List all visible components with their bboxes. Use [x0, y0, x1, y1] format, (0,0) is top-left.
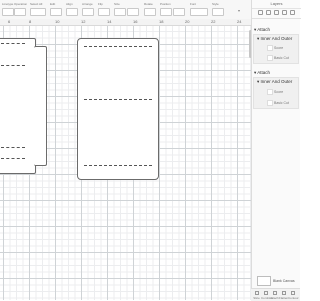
operation-select[interactable] — [14, 8, 26, 16]
toolbar-label: Position — [160, 2, 171, 6]
toolbar-label: Select All — [30, 2, 43, 6]
position-y-field[interactable] — [173, 8, 185, 16]
layer-group-body: ▾ Inner And Outer Score Basic Cut — [253, 77, 299, 109]
layer-child-label: Inner And Outer — [260, 36, 293, 41]
ruler-mark: 8 — [29, 19, 32, 24]
arrange-button[interactable] — [82, 8, 94, 16]
chevron-down-icon[interactable]: ▾ — [238, 8, 242, 14]
blank-canvas-label: Blank Canvas — [273, 279, 295, 283]
layer-child-inner-outer[interactable]: ▾ Inner And Outer — [257, 36, 292, 42]
layer-item-label: Score — [274, 90, 284, 94]
ruler-mark: 24 — [237, 19, 242, 24]
slice-button[interactable]: Slice — [252, 291, 261, 300]
edit-toolbar: Linetype Operation Select All Edit Align… — [0, 0, 252, 20]
toolbar-label: Rotate — [144, 2, 153, 6]
layer-thumbnail — [267, 100, 273, 106]
layers-bottom-toolbar: Slice Combine Attach Flatten Contour — [251, 288, 300, 301]
group-icon[interactable] — [258, 10, 263, 15]
toolbar-label: Size — [114, 2, 120, 6]
toolbar-label: Flip — [98, 2, 103, 6]
toolbar-label: Align — [66, 2, 73, 6]
contour-button[interactable]: Contour — [288, 291, 299, 300]
score-line — [84, 165, 152, 166]
layer-thumbnail — [267, 89, 273, 95]
toolbar-label: Style — [212, 2, 219, 6]
style-select[interactable] — [212, 8, 224, 16]
linetype-select[interactable] — [2, 8, 14, 16]
ruler-mark: 22 — [211, 19, 216, 24]
attach-label: Attach — [270, 296, 279, 300]
layer-sub-item-label: Basic Cut — [274, 56, 289, 60]
flatten-icon — [281, 291, 286, 295]
envelope-panel-center[interactable] — [77, 38, 159, 180]
combine-button[interactable]: Combine — [261, 291, 273, 300]
layer-thumbnail — [267, 55, 273, 61]
layers-panel: Layers ▾ Attach ▾ Inner And Outer Score … — [251, 0, 301, 300]
edit-button[interactable] — [50, 8, 62, 16]
layer-group-body: ▾ Inner And Outer Score Basic Cut — [253, 34, 299, 64]
flip-button[interactable] — [98, 8, 110, 16]
blank-canvas-swatch[interactable] — [257, 276, 271, 286]
layer-group-title: Attach — [257, 27, 271, 32]
layer-thumbnail — [267, 45, 273, 51]
ungroup-icon[interactable] — [266, 10, 271, 15]
align-button[interactable] — [66, 8, 78, 16]
flatten-label: Flatten — [279, 296, 289, 300]
slice-icon — [254, 291, 259, 295]
select-all-button[interactable] — [30, 8, 46, 16]
delete-icon[interactable] — [282, 10, 287, 15]
score-line — [84, 99, 152, 100]
ruler-mark: 16 — [133, 19, 138, 24]
rotate-field[interactable] — [144, 8, 156, 16]
layer-sub-item-label: Basic Cut — [274, 101, 289, 105]
toolbar-label: Linetype — [2, 2, 14, 6]
score-line — [1, 43, 25, 44]
size-height-field[interactable] — [127, 8, 139, 16]
position-x-field[interactable] — [160, 8, 172, 16]
layers-panel-toolbar — [252, 8, 301, 19]
attach-button[interactable]: Attach — [270, 291, 279, 300]
layer-child-inner-outer[interactable]: ▾ Inner And Outer — [257, 79, 292, 85]
ruler-mark: 14 — [107, 19, 112, 24]
layer-group-title: Attach — [257, 70, 271, 75]
ruler-mark: 18 — [159, 19, 164, 24]
ruler-mark: 20 — [185, 19, 190, 24]
flatten-button[interactable]: Flatten — [279, 291, 288, 300]
envelope-panel-left[interactable] — [0, 38, 36, 174]
contour-label: Contour — [288, 296, 299, 300]
toolbar-label: Font — [190, 2, 197, 6]
ruler-mark: 6 — [8, 19, 11, 24]
layer-group-attach[interactable]: ▾ Attach — [254, 27, 270, 33]
size-width-field[interactable] — [114, 8, 126, 16]
font-select[interactable] — [190, 8, 208, 16]
toolbar-label: Operation — [14, 2, 28, 6]
visibility-icon[interactable] — [290, 10, 295, 15]
score-line — [1, 147, 25, 148]
score-line — [1, 158, 25, 159]
attach-icon — [272, 291, 277, 295]
slice-label: Slice — [253, 296, 260, 300]
score-line — [1, 65, 25, 66]
ruler-mark: 10 — [55, 19, 60, 24]
layer-item-label: Score — [274, 46, 284, 50]
toolbar-label: Edit — [50, 2, 56, 6]
combine-icon — [263, 291, 268, 295]
envelope-side-flap[interactable] — [34, 46, 47, 166]
duplicate-icon[interactable] — [274, 10, 279, 15]
layer-group-attach[interactable]: ▾ Attach — [254, 70, 270, 76]
score-line — [84, 46, 152, 47]
horizontal-ruler: 6 8 10 12 14 16 18 20 22 24 — [0, 19, 251, 26]
contour-icon — [290, 291, 295, 295]
toolbar-label: Arrange — [82, 2, 93, 6]
layer-child-label: Inner And Outer — [260, 79, 293, 84]
ruler-mark: 12 — [81, 19, 86, 24]
